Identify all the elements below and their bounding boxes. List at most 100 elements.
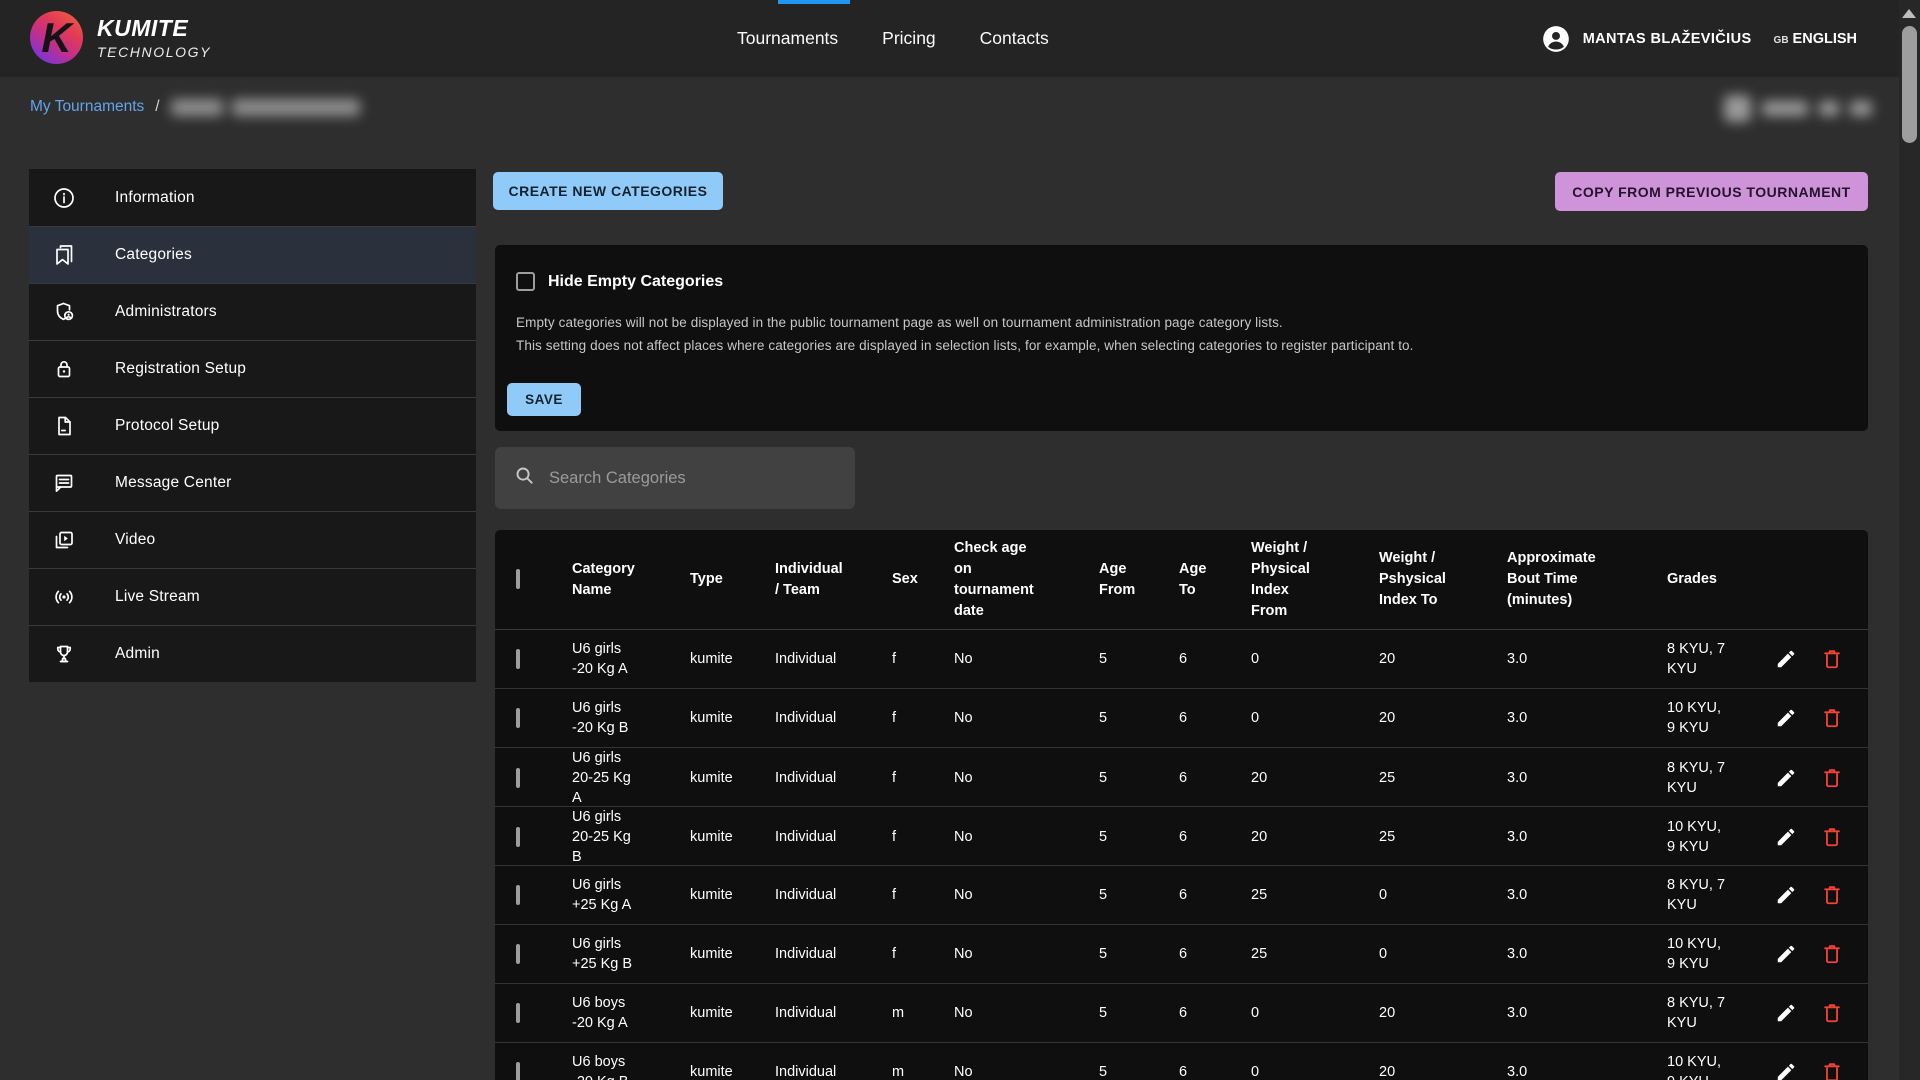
- copy-from-previous-tournament-button[interactable]: COPY FROM PREVIOUS TOURNAMENT: [1555, 172, 1868, 211]
- search-categories-input[interactable]: [549, 469, 837, 488]
- scrollbar-thumb[interactable]: [1902, 26, 1917, 143]
- delete-trash-icon[interactable]: [1821, 648, 1843, 670]
- cell-grades: 8 KYU, 7 KYU: [1667, 639, 1739, 679]
- brand-subtitle: TECHNOLOGY: [97, 44, 211, 60]
- calendar-icon: [1724, 95, 1751, 122]
- sidebar-item-admin[interactable]: Admin: [29, 625, 476, 682]
- nav-link-contacts[interactable]: Contacts: [980, 28, 1049, 49]
- breadcrumb: My Tournaments /: [30, 98, 360, 116]
- sidebar-item-label: Admin: [115, 645, 160, 663]
- row-checkbox[interactable]: [516, 1003, 520, 1023]
- delete-trash-icon[interactable]: [1821, 767, 1843, 789]
- user-menu[interactable]: MANTAS BLAŽEVIČIUS GB ENGLISH: [1542, 0, 1857, 77]
- row-actions: [1773, 707, 1868, 729]
- edit-pencil-icon[interactable]: [1775, 943, 1797, 965]
- cell-bout-time: 3.0: [1507, 827, 1667, 847]
- cell-check-age: No: [954, 708, 1099, 728]
- scrollbar-up-arrow-icon[interactable]: [1902, 9, 1916, 18]
- cell-weight-index-from: 25: [1251, 944, 1379, 964]
- sidebar-item-administrators[interactable]: Administrators: [29, 283, 476, 340]
- table-row: U6 girls +25 Kg BkumiteIndividualfNo5625…: [495, 925, 1868, 984]
- avatar-icon: [1542, 25, 1570, 53]
- row-actions: [1773, 1061, 1868, 1080]
- row-checkbox[interactable]: [516, 944, 520, 964]
- nav-link-tournaments[interactable]: Tournaments: [737, 28, 838, 49]
- sidebar-item-message-center[interactable]: Message Center: [29, 454, 476, 511]
- cell-bout-time: 3.0: [1507, 708, 1667, 728]
- delete-trash-icon[interactable]: [1821, 884, 1843, 906]
- edit-pencil-icon[interactable]: [1775, 884, 1797, 906]
- redacted-date-badge: [1724, 95, 1872, 122]
- save-button[interactable]: SAVE: [507, 383, 581, 416]
- brand-logo[interactable]: K KUMITE TECHNOLOGY: [30, 11, 211, 64]
- cell-sex: f: [892, 827, 954, 847]
- language-flag-code: GB: [1774, 35, 1789, 46]
- row-checkbox[interactable]: [516, 708, 520, 728]
- row-actions: [1773, 648, 1868, 670]
- sidebar-item-categories[interactable]: Categories: [29, 226, 476, 283]
- select-all-checkbox[interactable]: [516, 569, 520, 589]
- table-row: U6 girls 20-25 Kg AkumiteIndividualfNo56…: [495, 748, 1868, 807]
- cell-grades: 8 KYU, 7 KYU: [1667, 993, 1739, 1033]
- edit-pencil-icon[interactable]: [1775, 648, 1797, 670]
- sidebar-item-label: Registration Setup: [115, 360, 246, 378]
- cell-grades: 10 KYU, 9 KYU: [1667, 817, 1739, 857]
- delete-trash-icon[interactable]: [1821, 707, 1843, 729]
- cell-weight-index-to: 0: [1379, 885, 1507, 905]
- cell-bout-time: 3.0: [1507, 1003, 1667, 1023]
- sidebar-item-live-stream[interactable]: Live Stream: [29, 568, 476, 625]
- edit-pencil-icon[interactable]: [1775, 767, 1797, 789]
- cell-age-to: 6: [1179, 944, 1251, 964]
- search-categories-box[interactable]: [495, 447, 855, 509]
- language-selector[interactable]: GB ENGLISH: [1774, 31, 1857, 47]
- row-checkbox[interactable]: [516, 1062, 520, 1080]
- edit-pencil-icon[interactable]: [1775, 1061, 1797, 1080]
- protocol-icon: [52, 414, 76, 438]
- sidebar-item-information[interactable]: Information: [29, 169, 476, 226]
- cell-check-age: No: [954, 944, 1099, 964]
- live-stream-icon: [52, 585, 76, 609]
- cell-age-from: 5: [1099, 827, 1179, 847]
- row-checkbox[interactable]: [516, 827, 520, 847]
- sidebar-item-registration-setup[interactable]: Registration Setup: [29, 340, 476, 397]
- cell-individual-team: Individual: [775, 827, 892, 847]
- nav-link-pricing[interactable]: Pricing: [882, 28, 936, 49]
- cell-sex: f: [892, 944, 954, 964]
- delete-trash-icon[interactable]: [1821, 1061, 1843, 1080]
- page-scrollbar[interactable]: [1899, 0, 1920, 1080]
- header-bout-time: Approximate Bout Time (minutes): [1507, 548, 1622, 611]
- select-all-cell: [495, 569, 572, 590]
- delete-trash-icon[interactable]: [1821, 826, 1843, 848]
- cell-type: kumite: [690, 885, 775, 905]
- row-checkbox[interactable]: [516, 768, 520, 788]
- row-checkbox[interactable]: [516, 649, 520, 669]
- cell-check-age: No: [954, 885, 1099, 905]
- create-new-categories-button[interactable]: CREATE NEW CATEGORIES: [493, 172, 723, 210]
- hide-empty-categories-checkbox[interactable]: [516, 272, 535, 291]
- header-weight-index-to: Weight / Pshysical Index To: [1379, 548, 1464, 611]
- row-actions: [1773, 884, 1868, 906]
- cell-grades: 10 KYU, 9 KYU: [1667, 934, 1739, 974]
- sidebar: InformationCategories Administrators Regis…: [29, 169, 476, 682]
- delete-trash-icon[interactable]: [1821, 943, 1843, 965]
- sidebar-item-video[interactable]: Video: [29, 511, 476, 568]
- edit-pencil-icon[interactable]: [1775, 1002, 1797, 1024]
- hide-empty-categories-checkbox-row[interactable]: Hide Empty Categories: [516, 272, 723, 291]
- sidebar-item-label: Administrators: [115, 303, 217, 321]
- delete-trash-icon[interactable]: [1821, 1002, 1843, 1024]
- cell-bout-time: 3.0: [1507, 885, 1667, 905]
- edit-pencil-icon[interactable]: [1775, 826, 1797, 848]
- edit-pencil-icon[interactable]: [1775, 707, 1797, 729]
- message-icon: [52, 471, 76, 495]
- cell-type: kumite: [690, 1003, 775, 1023]
- cell-sex: m: [892, 1003, 954, 1023]
- sidebar-item-protocol-setup[interactable]: Protocol Setup: [29, 397, 476, 454]
- sidebar-item-label: Protocol Setup: [115, 417, 219, 435]
- row-checkbox[interactable]: [516, 885, 520, 905]
- cell-individual-team: Individual: [775, 768, 892, 788]
- lock-icon: [52, 357, 76, 381]
- breadcrumb-my-tournaments-link[interactable]: My Tournaments: [30, 98, 144, 116]
- cell-age-to: 6: [1179, 649, 1251, 669]
- header-age-to: Age To: [1179, 559, 1209, 601]
- cell-weight-index-from: 25: [1251, 885, 1379, 905]
